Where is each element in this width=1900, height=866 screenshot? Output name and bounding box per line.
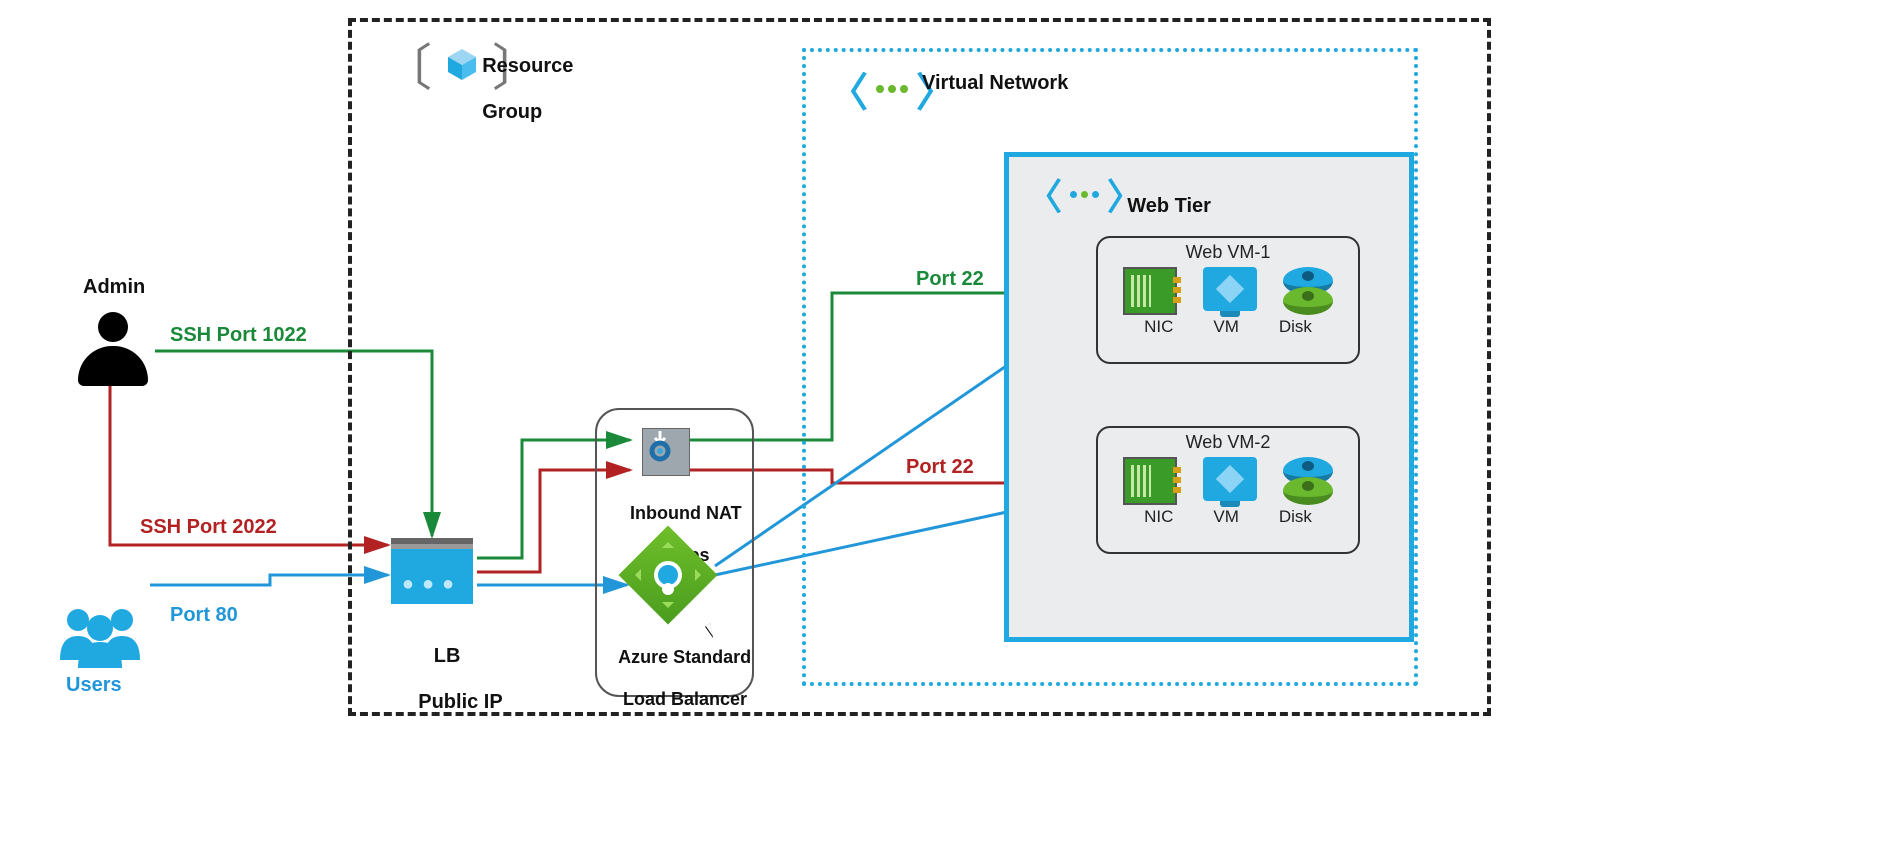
vm-icon [1203,267,1257,311]
vm1-disk-label: Disk [1279,317,1312,337]
resource-group-label: Resource Group [460,32,573,147]
nic-icon [1123,457,1177,505]
architecture-diagram: 〔 〕 Resource Group 〈 〉 Virtual Network 〈… [10,10,1510,730]
vm-icon [1203,457,1257,501]
vm2-nic-label: NIC [1144,507,1173,527]
label-port-80: Port 80 [170,604,238,627]
vm2-title: Web VM-2 [1186,432,1271,453]
vnet-label: Virtual Network [922,72,1068,95]
admin-label: Admin [83,276,145,299]
lb-public-ip-icon: ●●● [391,538,473,604]
users-label: Users [66,674,122,697]
web-vm-1: Web VM-1 NIC VM Disk [1096,236,1360,364]
label-port22-vm2: Port 22 [906,456,974,479]
load-balancer-label: Azure Standard Load Balancer [595,626,755,731]
lb-public-ip-label: LB Public IP [396,622,476,737]
label-ssh-1022: SSH Port 1022 [170,324,307,347]
disk-icon [1283,457,1333,501]
load-balancer-icon [633,540,703,610]
vm1-vm-label: VM [1213,317,1239,337]
vm2-disk-label: Disk [1279,507,1312,527]
disk-icon [1283,267,1333,311]
label-port22-vm1: Port 22 [916,268,984,291]
vm1-nic-label: NIC [1144,317,1173,337]
nic-icon [1123,267,1177,315]
label-ssh-2022: SSH Port 2022 [140,516,277,539]
vm1-title: Web VM-1 [1186,242,1271,263]
vm2-vm-label: VM [1213,507,1239,527]
inbound-nat-icon [642,428,690,476]
web-vm-2: Web VM-2 NIC VM Disk [1096,426,1360,554]
admin-icon [78,312,148,386]
bracket-left-icon: 〔 [382,28,432,100]
